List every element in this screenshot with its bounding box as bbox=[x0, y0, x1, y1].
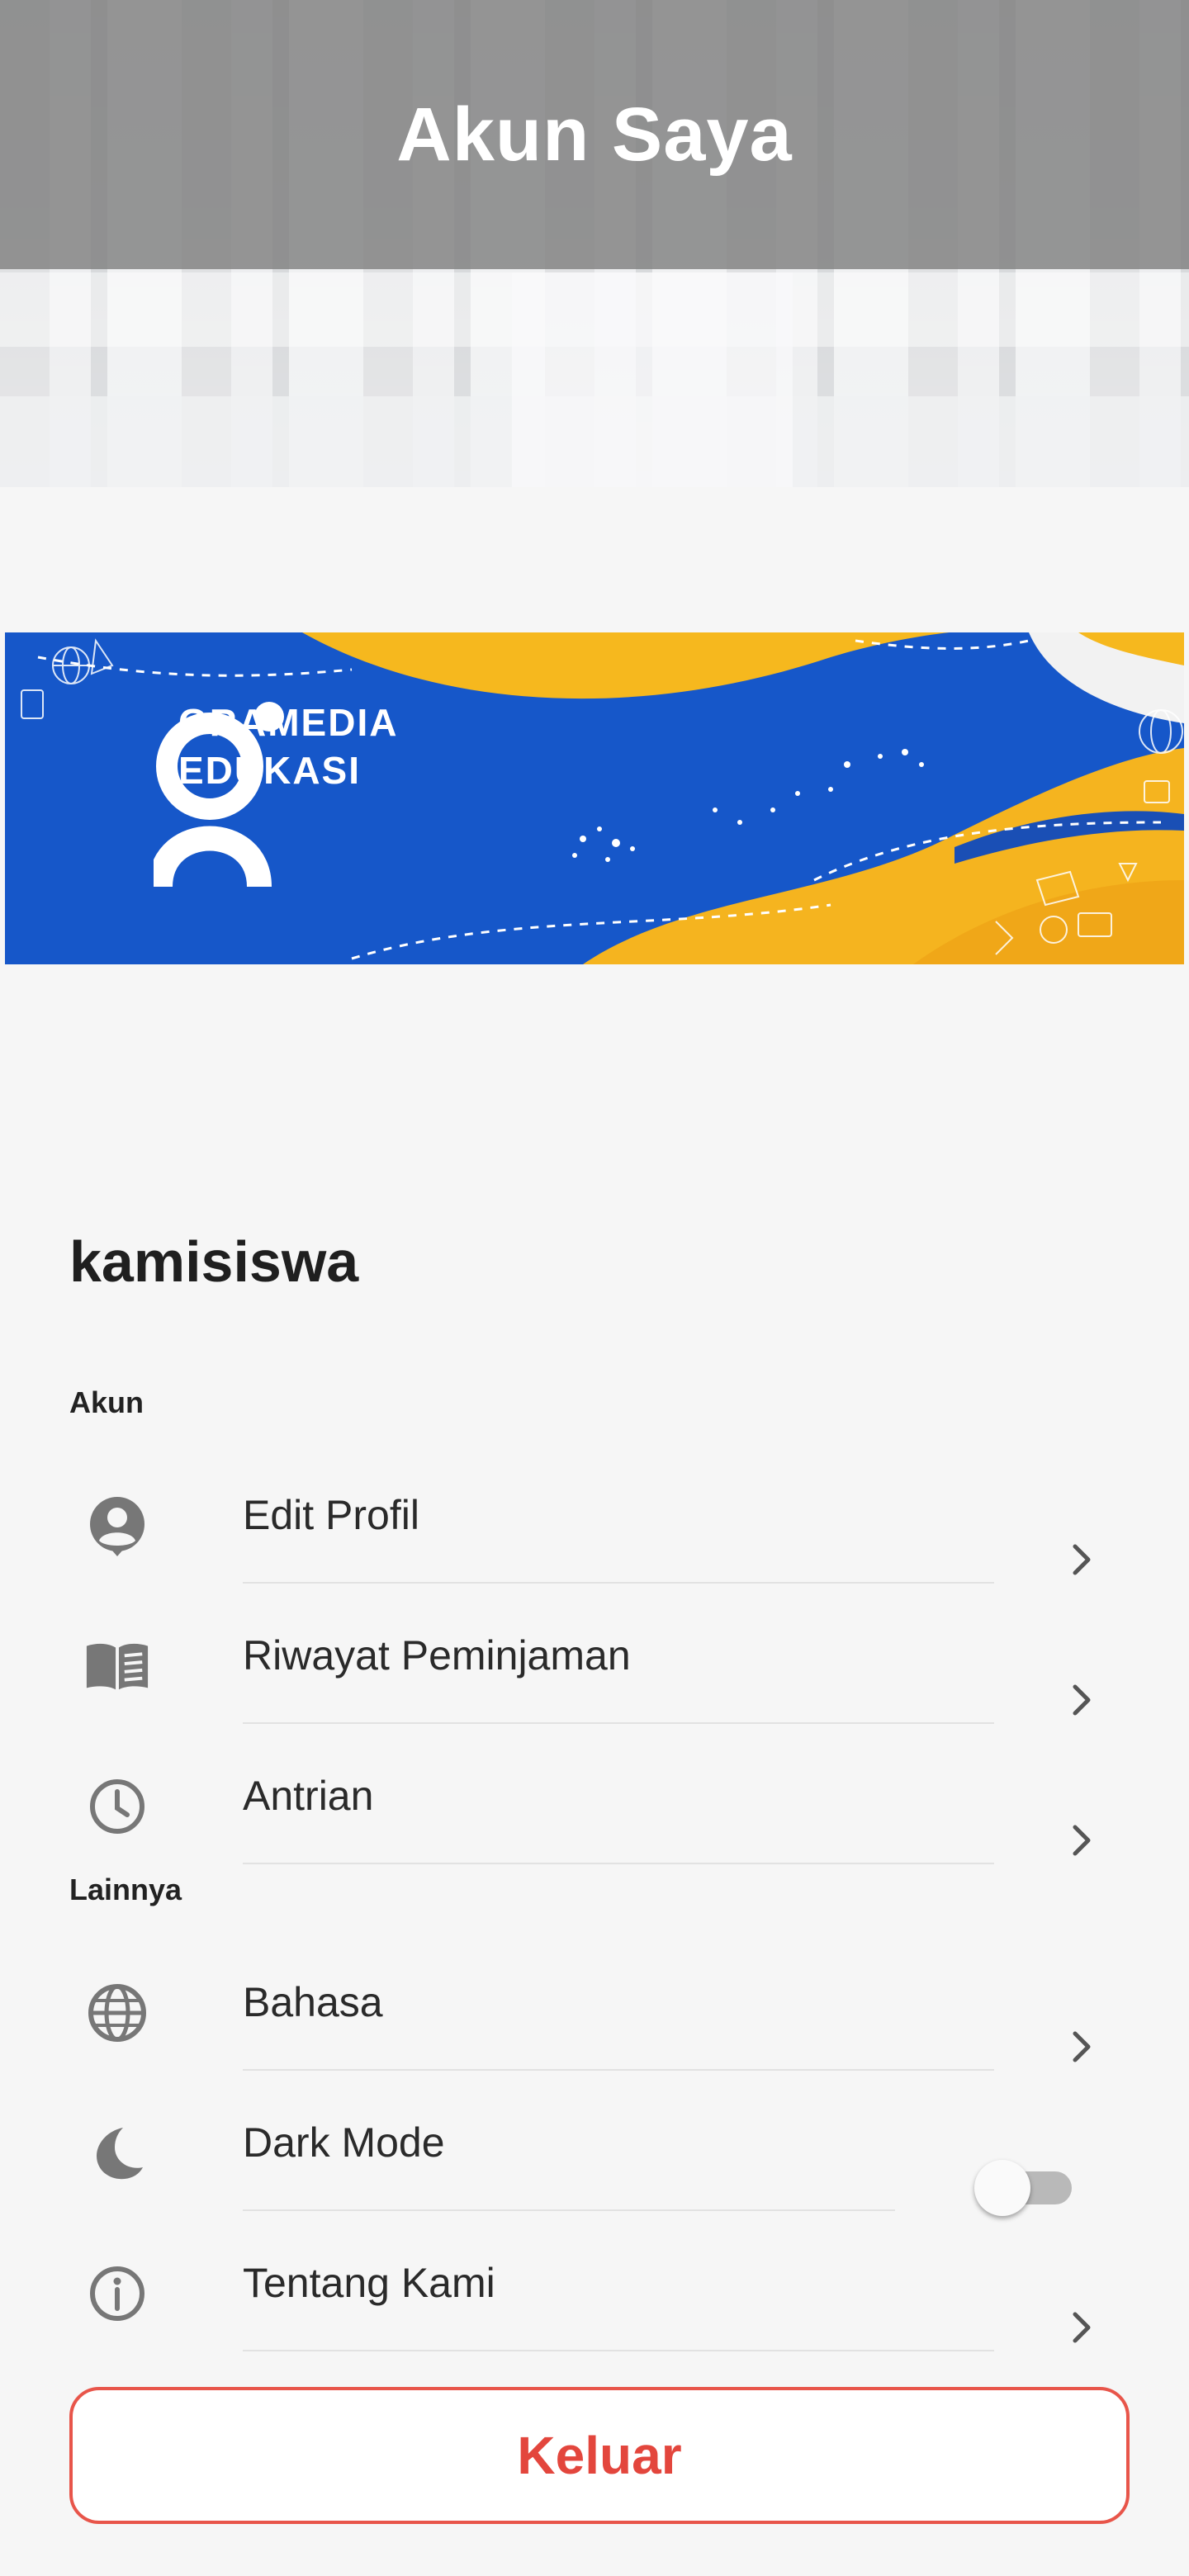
account-circle-icon bbox=[84, 1493, 150, 1559]
divider bbox=[243, 1582, 994, 1584]
section-label-lainnya: Lainnya bbox=[69, 1873, 182, 1906]
divider bbox=[243, 2069, 994, 2071]
dark-mode-toggle[interactable] bbox=[974, 2160, 1078, 2216]
info-icon bbox=[84, 2261, 150, 2327]
chevron-right-icon bbox=[1065, 1679, 1098, 1721]
menu-label-edit-profil: Edit Profil bbox=[243, 1492, 419, 1538]
book-open-icon bbox=[84, 1633, 150, 1699]
toggle-knob bbox=[974, 2160, 1030, 2216]
menu-label-tentang-kami: Tentang Kami bbox=[243, 2260, 495, 2306]
chevron-right-icon bbox=[1065, 2307, 1098, 2348]
menu-label-bahasa: Bahasa bbox=[243, 1979, 383, 2025]
gramedia-edukasi-logo: GRAMEDIA EDUKASI bbox=[154, 698, 398, 888]
menu-label-dark-mode: Dark Mode bbox=[243, 2119, 445, 2166]
menu-item-riwayat-peminjaman[interactable]: Riwayat Peminjaman bbox=[5, 1615, 1184, 1739]
logout-button[interactable]: Keluar bbox=[69, 2387, 1130, 2524]
account-card: GRAMEDIA EDUKASI kamisiswa Akun Edit Pro… bbox=[5, 487, 1184, 2576]
globe-icon bbox=[84, 1980, 150, 2046]
divider bbox=[243, 2350, 994, 2351]
clock-icon bbox=[84, 1773, 150, 1840]
logout-label: Keluar bbox=[517, 2426, 682, 2485]
menu-item-antrian[interactable]: Antrian bbox=[5, 1755, 1184, 1879]
chevron-right-icon bbox=[1065, 1820, 1098, 1861]
chevron-right-icon bbox=[1065, 1539, 1098, 1580]
chevron-right-icon bbox=[1065, 2026, 1098, 2067]
moon-icon bbox=[84, 2120, 150, 2186]
page-title: Akun Saya bbox=[396, 92, 793, 177]
gramedia-logo-icon bbox=[154, 702, 284, 888]
divider bbox=[243, 1722, 994, 1724]
menu-item-bahasa[interactable]: Bahasa bbox=[5, 1962, 1184, 2086]
username: kamisiswa bbox=[69, 1229, 359, 1294]
menu-label-riwayat-peminjaman: Riwayat Peminjaman bbox=[243, 1632, 631, 1679]
menu-item-tentang-kami[interactable]: Tentang Kami bbox=[5, 2242, 1184, 2366]
divider bbox=[243, 1863, 994, 1864]
section-label-akun: Akun bbox=[69, 1385, 144, 1419]
gramedia-banner: GRAMEDIA EDUKASI bbox=[5, 632, 1184, 964]
app-bar: Akun Saya bbox=[0, 0, 1189, 269]
menu-label-antrian: Antrian bbox=[243, 1773, 374, 1819]
divider bbox=[243, 2209, 895, 2211]
menu-item-edit-profil[interactable]: Edit Profil bbox=[5, 1475, 1184, 1598]
menu-item-dark-mode: Dark Mode bbox=[5, 2102, 1184, 2226]
